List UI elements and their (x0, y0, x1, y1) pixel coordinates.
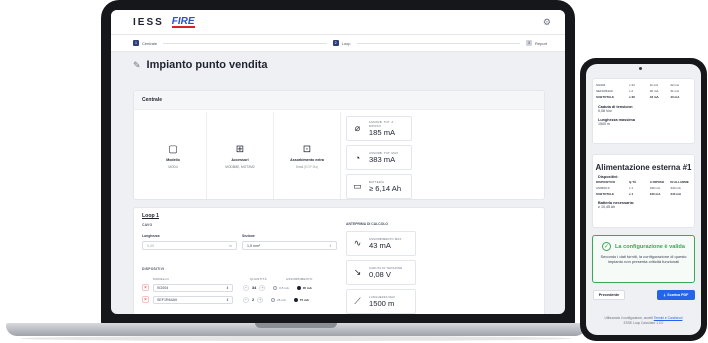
plus-icon[interactable]: + (259, 284, 266, 291)
validation-title: La configurazione è valida (615, 243, 685, 250)
extra-consumption-tile[interactable]: ⊡ Assorbimento extra 0 mA (EOP Ma) (274, 112, 341, 199)
device-model-select[interactable]: SG004 ⇕ (153, 283, 233, 292)
page-title: ✎ Impianto punto vendita (133, 59, 268, 71)
minus-icon[interactable]: − (243, 284, 249, 291)
absorption-option-a[interactable]: 0,5 mA (273, 285, 289, 290)
length-input[interactable]: 0,00 m (142, 241, 237, 250)
device-model-select[interactable]: SEF1R64A9 ⇕ (153, 295, 233, 304)
ruler-icon: ⟋ (354, 296, 361, 306)
section-label: Sezione (242, 234, 255, 238)
preview-title: ANTEPRIMA DI CALCOLO (346, 222, 389, 226)
radio-selected-icon (293, 297, 298, 302)
max-length-value: 1500 m (598, 122, 610, 126)
battery-icon: ▭ (353, 181, 362, 191)
power-plus-icon: ⊡ (302, 143, 312, 155)
external-power-title: Alimentazione esterna #1 (595, 163, 692, 172)
step-loop[interactable]: 2 Loop (332, 40, 351, 46)
plus-icon[interactable]: + (257, 296, 264, 303)
quantity-stepper[interactable]: − 2 + (243, 296, 264, 303)
col-quantity: QUANTITÀ (250, 277, 267, 281)
device-row: × SG004 ⇕ − 34 + 0,5 mA 35 mA (142, 283, 346, 292)
radio-icon (271, 297, 276, 302)
preview-metrics: ∿ ASSORBIMENTO MAX 43 mA ↘ CADUTA DI TEN… (346, 231, 416, 314)
stepper-arrows-icon: ⇕ (328, 243, 332, 248)
centrale-metrics: ⌀ ASSORB. TOT. A RIPOSO 185 mA ◔ ASSORB.… (346, 116, 412, 199)
absorption-option-a[interactable]: 25 mA (271, 297, 286, 302)
section-select[interactable]: 1,5 mm² ⇕ (242, 241, 337, 250)
model-tile[interactable]: ▢ Modello MOD4 (140, 112, 207, 199)
alarm-icon: ◔ (354, 152, 361, 163)
stepper-arrows-icon: ⇕ (225, 285, 229, 290)
wave-icon: ∿ (353, 238, 362, 248)
trend-down-icon: ↘ (353, 267, 362, 277)
cavo-label: CAVO (142, 223, 153, 227)
phone-frame: SG004 x 34 11 mA 22 mA SEF1R64A9 x 2 30 … (580, 58, 707, 341)
top-bar: IESS FIRE ⚙ (111, 10, 565, 34)
minus-icon[interactable]: − (243, 296, 249, 303)
check-circle-icon: ✓ (602, 242, 612, 251)
centrale-title: Centrale (134, 91, 544, 110)
laptop-notch (255, 323, 337, 328)
download-icon: ⤓ (663, 293, 666, 297)
logo-fire: FIRE (171, 15, 195, 28)
preview-max-length: ⟋ LUNGHEZZA MAX 1500 m (346, 289, 416, 314)
device-row: × SEF1R64A9 ⇕ − 2 + 25 mA 75 mA (142, 295, 346, 304)
absorption-option-b[interactable]: 35 mA (296, 285, 312, 290)
logo-iess: IESS (133, 16, 164, 28)
absorption-option-b[interactable]: 75 mA (293, 297, 309, 302)
radio-icon (273, 285, 278, 290)
bell-off-icon: ⌀ (354, 123, 361, 133)
metric-battery: ▭ BATTERIA ≥ 6,14 Ah (346, 174, 412, 199)
grid-plus-icon: ⊞ (235, 143, 245, 155)
centrale-body: ▢ Modello MOD4 ⊞ Accessori MOD8ME, MOTXM… (134, 112, 544, 199)
col-model: MODELLO (153, 277, 170, 281)
quantity-stepper[interactable]: − 34 + (243, 284, 266, 291)
panel-icon: ▢ (168, 143, 178, 155)
footer: Utilizzando il configuratore, accetti Te… (604, 316, 683, 325)
wizard-stepper: 1 Centrale 2 Loop 3 Report (111, 34, 565, 52)
camera-dot (639, 67, 642, 70)
external-power-card: Alimentazione esterna #1 Dispositivi: DI… (592, 154, 695, 228)
laptop-shadow (20, 336, 572, 341)
previous-button[interactable]: Precedente (593, 290, 625, 300)
preview-voltage-drop: ↘ CADUTA DI TENSIONE 0,08 V (346, 260, 416, 285)
delete-x-icon[interactable]: × (142, 296, 149, 303)
battery-value: ≥ 10,45 Ah (598, 205, 616, 209)
download-pdf-button[interactable]: ⤓ Scarica PDF (657, 290, 695, 300)
length-label: Lunghezza (142, 234, 160, 238)
step-report[interactable]: 3 Report (526, 40, 547, 46)
validation-success-box: ✓ La configurazione è valida Secondo i d… (592, 235, 695, 283)
loop-card: Loop 1 CAVO Lunghezza 0,00 m Sezione 1,5… (133, 207, 545, 314)
laptop-frame: IESS FIRE ⚙ 1 Centrale 2 Loop 3 Report ✎… (101, 0, 575, 326)
step-divider (163, 42, 327, 44)
loop-summary-card: SG004 x 34 11 mA 22 mA SEF1R64A9 x 2 30 … (592, 78, 695, 144)
edit-pen-icon[interactable]: ✎ (133, 60, 141, 71)
delete-x-icon[interactable]: × (142, 284, 149, 291)
preview-max-absorption: ∿ ASSORBIMENTO MAX 43 mA (346, 231, 416, 256)
laptop-screen: IESS FIRE ⚙ 1 Centrale 2 Loop 3 Report ✎… (111, 10, 565, 314)
loop-title[interactable]: Loop 1 (142, 213, 159, 219)
centrale-card: Centrale ▢ Modello MOD4 ⊞ Accessori MOD8… (133, 90, 545, 200)
radio-selected-icon (296, 285, 301, 290)
stepper-arrows-icon: ⇕ (225, 297, 229, 302)
accessories-tile[interactable]: ⊞ Accessori MOD8ME, MOTXM2 (207, 112, 274, 199)
version-text: ESSE Loop Calculator 1.0.0 (623, 320, 664, 325)
step-centrale[interactable]: 1 Centrale (133, 40, 157, 46)
settings-gear-icon[interactable]: ⚙ (543, 17, 551, 28)
metric-max: ◔ ASSORB. TOT. MAX 383 mA (346, 145, 412, 170)
validation-message: Secondo i dati forniti, la configurazion… (600, 254, 687, 265)
devices-label: DISPOSITIVI (142, 267, 165, 271)
step-divider (356, 42, 520, 44)
metric-rest: ⌀ ASSORB. TOT. A RIPOSO 185 mA (346, 116, 412, 141)
col-absorption: ASSORBIMENTO (286, 277, 313, 281)
terms-link[interactable]: Termini e Condizioni (654, 316, 683, 320)
phone-screen: SG004 x 34 11 mA 22 mA SEF1R64A9 x 2 30 … (586, 64, 701, 335)
